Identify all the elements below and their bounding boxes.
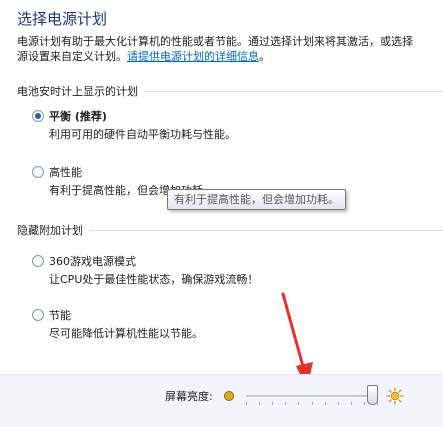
plan-balanced-radio[interactable] xyxy=(32,110,44,122)
brightness-slider-track[interactable] xyxy=(246,395,378,398)
plan-details-link[interactable]: 请提供电源计划的详细信息 xyxy=(127,50,259,63)
battery-plans-divider xyxy=(144,90,443,92)
brightness-label: 屏幕亮度: xyxy=(165,390,213,403)
hidden-plans-divider xyxy=(89,229,443,231)
intro-text: 电源计划有助于最大化计算机的性能或者节能。通过选择计划来将其激活，或选择 源设置… xyxy=(17,34,443,64)
plan-power-saver-description: 尽可能降低计算机性能以节能。 xyxy=(49,327,203,340)
brightness-slider-tick xyxy=(364,402,365,405)
plan-balanced-name[interactable]: 平衡 (推荐) xyxy=(49,108,107,124)
page-title: 选择电源计划 xyxy=(17,10,108,28)
brightness-bar: 屏幕亮度: xyxy=(0,374,443,427)
annotation-arrow-shaft xyxy=(281,292,306,372)
brightness-slider-tick xyxy=(338,402,339,405)
brightness-slider-tick xyxy=(285,402,286,405)
plan-360-game-description: 让CPU处于最佳性能状态，确保游戏流畅！ xyxy=(49,273,259,286)
brightness-slider-tick xyxy=(351,402,352,405)
brightness-slider-tick xyxy=(377,402,378,405)
brightness-slider-tick xyxy=(298,402,299,405)
plan-power-saver-radio[interactable] xyxy=(32,309,44,321)
brightness-slider-tick xyxy=(246,402,247,405)
brightness-slider-tick xyxy=(325,402,326,405)
plan-tooltip: 有利于提高性能，但会增加功耗。 xyxy=(167,189,346,210)
plan-360-game-radio[interactable] xyxy=(32,255,44,267)
intro-line-2: 源设置来自定义计划。请提供电源计划的详细信息。 xyxy=(17,49,443,64)
intro-line-2-text: 源设置来自定义计划。 xyxy=(17,50,127,63)
plan-high-performance-name[interactable]: 高性能 xyxy=(49,164,82,180)
brightness-low-icon xyxy=(224,391,234,401)
plan-360-game-name[interactable]: 360游戏电源模式 xyxy=(49,253,136,269)
brightness-high-icon xyxy=(386,387,404,405)
brightness-slider-tick xyxy=(272,402,273,405)
brightness-slider[interactable] xyxy=(246,381,378,411)
hidden-plans-header-label[interactable]: 隐藏附加计划 xyxy=(17,222,89,238)
intro-line-2-end: 。 xyxy=(259,50,270,63)
brightness-slider-tick xyxy=(312,402,313,405)
plan-power-saver-name[interactable]: 节能 xyxy=(49,307,71,323)
battery-plans-header: 电池安时计上显示的计划 xyxy=(17,83,443,99)
brightness-slider-tick xyxy=(259,402,260,405)
plan-balanced-description: 利用可用的硬件自动平衡功耗与性能。 xyxy=(49,128,236,141)
battery-plans-header-label: 电池安时计上显示的计划 xyxy=(17,85,138,98)
hidden-plans-header: 隐藏附加计划 xyxy=(17,222,443,238)
plan-high-performance-radio[interactable] xyxy=(32,166,44,178)
intro-line-1: 电源计划有助于最大化计算机的性能或者节能。通过选择计划来将其激活，或选择 xyxy=(17,35,413,48)
